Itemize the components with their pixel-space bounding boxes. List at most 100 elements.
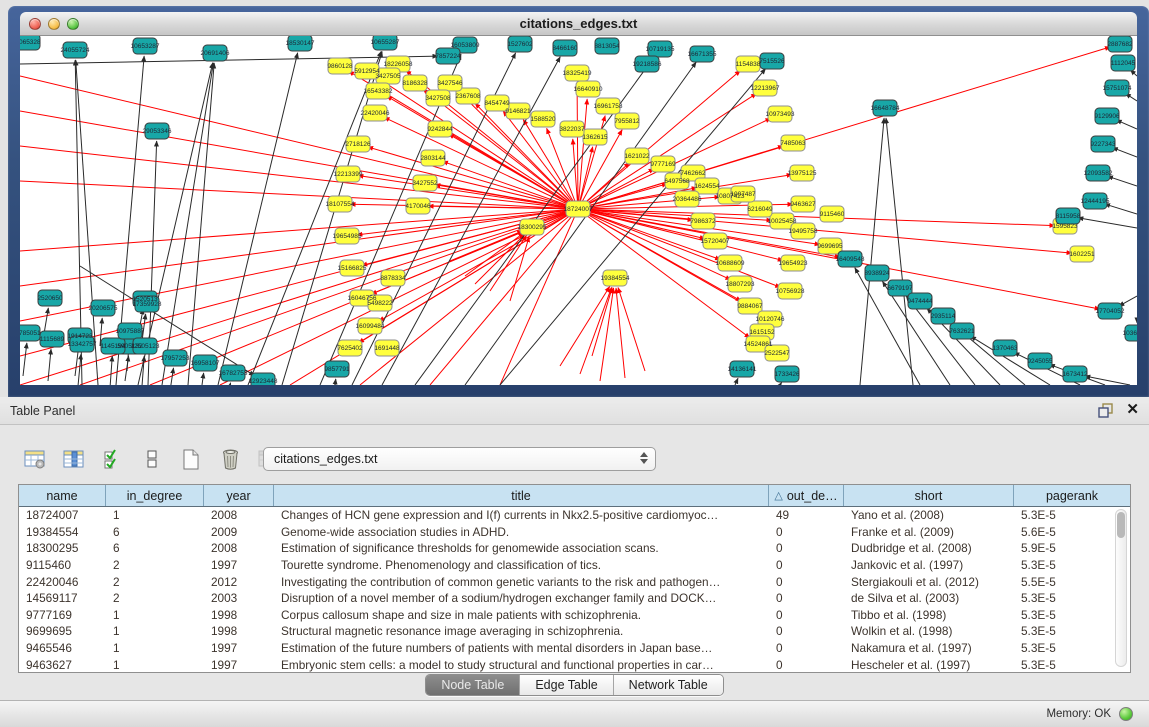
table-cell[interactable]: 0 <box>769 607 844 624</box>
graph-node[interactable] <box>565 65 589 81</box>
graph-node[interactable] <box>738 298 762 314</box>
graph-node[interactable] <box>596 98 620 114</box>
graph-node[interactable] <box>1070 246 1094 262</box>
network-canvas[interactable]: 1872400718325419166409101696175879558121… <box>20 36 1137 385</box>
table-cell[interactable]: 2 <box>106 557 204 574</box>
graph-node[interactable] <box>950 323 974 339</box>
graph-node[interactable] <box>366 83 390 99</box>
table-cell[interactable]: 0 <box>769 557 844 574</box>
table-cell[interactable]: 18724007 <box>19 507 106 524</box>
graph-node[interactable] <box>506 103 530 119</box>
table-cell[interactable]: 1 <box>106 640 204 657</box>
table-row[interactable]: 977716911998Corpus callosum shape and si… <box>19 607 1130 624</box>
graph-node[interactable] <box>1091 136 1115 152</box>
table-cell[interactable]: 0 <box>769 623 844 640</box>
table-cell[interactable]: 2009 <box>204 524 274 541</box>
graph-node[interactable] <box>651 156 675 172</box>
graph-node[interactable] <box>635 56 659 72</box>
table-cell[interactable]: Jankovic et al. (1997) <box>844 557 1014 574</box>
graph-node[interactable] <box>603 270 627 286</box>
table-cell[interactable]: 5.3E-5 <box>1014 656 1130 673</box>
table-cell[interactable]: Estimation of the future numbers of pati… <box>274 640 769 657</box>
graph-node[interactable] <box>1095 108 1119 124</box>
graph-node[interactable] <box>508 36 532 52</box>
graph-node[interactable] <box>736 56 760 72</box>
graph-node[interactable] <box>426 90 450 106</box>
graph-node[interactable] <box>520 219 544 235</box>
table-cell[interactable]: 9699695 <box>19 623 106 640</box>
table-cell[interactable]: 9777169 <box>19 607 106 624</box>
table-row[interactable]: 946362711997Embryonic stem cells: a mode… <box>19 656 1130 673</box>
graph-node[interactable] <box>778 283 802 299</box>
create-column-icon[interactable] <box>178 446 204 472</box>
graph-node[interactable] <box>1105 80 1129 96</box>
graph-node[interactable] <box>325 361 349 377</box>
table-cell[interactable]: 0 <box>769 640 844 657</box>
table-cell[interactable]: 2003 <box>204 590 274 607</box>
table-cell[interactable]: Dudbridge et al. (2008) <box>844 540 1014 557</box>
graph-node[interactable] <box>1111 55 1135 71</box>
table-cell[interactable]: 2008 <box>204 540 274 557</box>
table-cell[interactable]: 1997 <box>204 656 274 673</box>
tab-edge-table[interactable]: Edge Table <box>520 675 613 695</box>
graph-node[interactable] <box>690 46 714 62</box>
float-panel-icon[interactable] <box>1098 402 1114 418</box>
graph-node[interactable] <box>873 100 897 116</box>
table-cell[interactable]: 18300295 <box>19 540 106 557</box>
graph-node[interactable] <box>163 350 187 366</box>
table-row[interactable]: 2242004622012Investigating the contribut… <box>19 573 1130 590</box>
graph-node[interactable] <box>770 213 794 229</box>
graph-node[interactable] <box>338 340 362 356</box>
graph-node[interactable] <box>288 36 312 51</box>
graph-node[interactable] <box>193 355 217 371</box>
table-cell[interactable]: Investigating the contribution of common… <box>274 573 769 590</box>
graph-node[interactable] <box>765 345 789 361</box>
table-cell[interactable]: Estimation of significance thresholds fo… <box>274 540 769 557</box>
table-cell[interactable]: 5.6E-5 <box>1014 524 1130 541</box>
table-cell[interactable]: 5.3E-5 <box>1014 623 1130 640</box>
graph-node[interactable] <box>791 196 815 212</box>
graph-node[interactable] <box>625 148 649 164</box>
graph-node[interactable] <box>1028 353 1052 369</box>
network-window-titlebar[interactable]: citations_edges.txt <box>20 12 1137 36</box>
graph-node[interactable] <box>375 340 399 356</box>
table-cell[interactable]: 9465546 <box>19 640 106 657</box>
table-cell[interactable]: Wolkin et al. (1998) <box>844 623 1014 640</box>
table-cell[interactable]: Changes of HCN gene expression and I(f) … <box>274 507 769 524</box>
graph-node[interactable] <box>993 340 1017 356</box>
graph-node[interactable] <box>566 201 590 217</box>
graph-node[interactable] <box>133 38 157 54</box>
graph-node[interactable] <box>40 331 64 347</box>
graph-node[interactable] <box>355 63 379 79</box>
graph-node[interactable] <box>531 111 555 127</box>
graph-node[interactable] <box>346 136 370 152</box>
graph-node[interactable] <box>20 36 40 50</box>
table-cell[interactable]: 19384554 <box>19 524 106 541</box>
table-mode-icon[interactable] <box>22 446 48 472</box>
graph-node[interactable] <box>70 336 94 352</box>
column-header-pagerank[interactable]: pagerank <box>1014 485 1130 506</box>
table-row[interactable]: 969969511998Structural magnetic resonanc… <box>19 623 1130 640</box>
graph-node[interactable] <box>1083 193 1107 209</box>
graph-node[interactable] <box>251 373 275 385</box>
graph-node[interactable] <box>340 260 364 276</box>
graph-node[interactable] <box>1086 165 1110 181</box>
table-cell[interactable]: 1 <box>106 623 204 640</box>
table-cell[interactable]: 5.3E-5 <box>1014 607 1130 624</box>
table-row[interactable]: 1872400712008Changes of HCN gene express… <box>19 507 1130 524</box>
table-cell[interactable]: Tibbo et al. (1998) <box>844 607 1014 624</box>
graph-node[interactable] <box>221 365 245 381</box>
graph-node[interactable] <box>583 129 607 145</box>
table-cell[interactable]: 1998 <box>204 607 274 624</box>
graph-node[interactable] <box>791 223 815 239</box>
graph-node[interactable] <box>888 280 912 296</box>
table-cell[interactable]: 5.5E-5 <box>1014 573 1130 590</box>
table-row[interactable]: 946554611997Estimation of the future num… <box>19 640 1130 657</box>
table-cell[interactable]: 0 <box>769 540 844 557</box>
table-cell[interactable]: 0 <box>769 573 844 590</box>
graph-node[interactable] <box>781 255 805 271</box>
table-cell[interactable]: 1 <box>106 507 204 524</box>
graph-node[interactable] <box>363 105 387 121</box>
table-cell[interactable]: 0 <box>769 524 844 541</box>
graph-node[interactable] <box>403 75 427 91</box>
